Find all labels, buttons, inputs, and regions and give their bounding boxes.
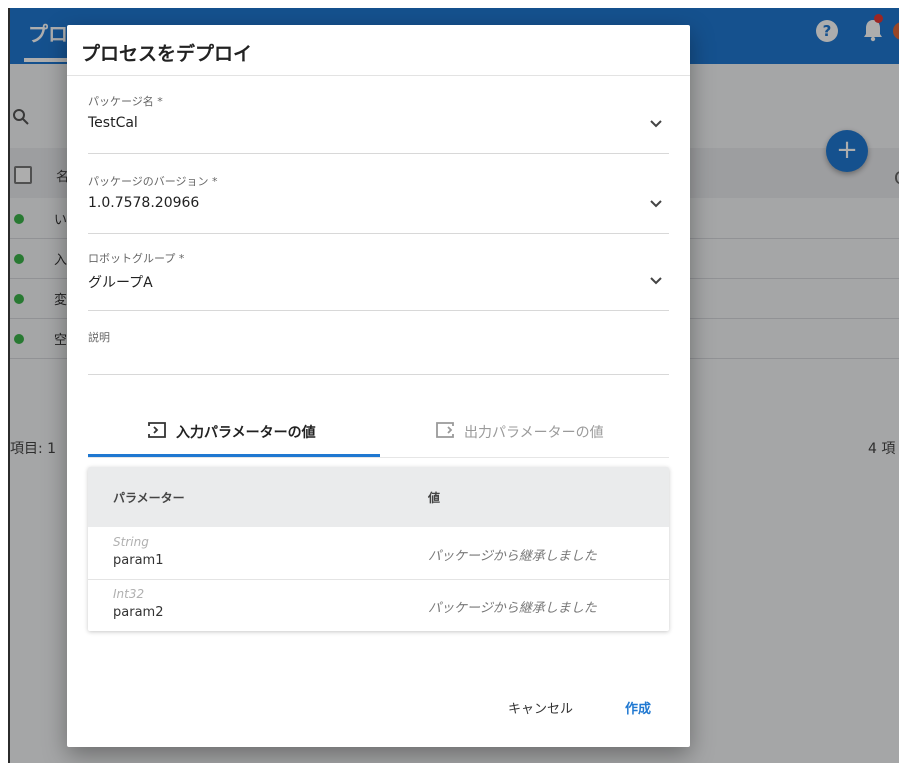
table-row[interactable]: Int32 param2 パッケージから継承しました <box>88 579 669 631</box>
deploy-process-dialog: プロセスをデプロイ パッケージ名 * TestCal パッケージのバージョン *… <box>67 25 690 747</box>
column-header-value: 値 <box>428 491 441 505</box>
description-field[interactable]: 説明 <box>88 325 669 375</box>
chevron-down-icon[interactable] <box>649 119 663 129</box>
param-value[interactable]: パッケージから継承しました <box>428 545 597 564</box>
column-header-parameter: パラメーター <box>113 491 185 505</box>
robot-group-select[interactable]: ロボットグループ * グループA <box>88 250 669 311</box>
field-label: ロボットグループ * <box>88 252 185 265</box>
chevron-down-icon[interactable] <box>649 276 663 286</box>
param-value[interactable]: パッケージから継承しました <box>428 597 597 616</box>
active-tab-indicator <box>88 454 380 457</box>
field-value: 1.0.7578.20966 <box>88 195 200 211</box>
table-row[interactable]: String param1 パッケージから継承しました <box>88 527 669 580</box>
create-button[interactable]: 作成 <box>625 692 651 722</box>
parameter-table: パラメーター 値 String param1 パッケージから継承しました Int… <box>88 467 669 631</box>
package-version-select[interactable]: パッケージのバージョン * 1.0.7578.20966 <box>88 173 669 234</box>
field-value: グループA <box>88 275 153 291</box>
field-label: パッケージのバージョン * <box>88 175 218 188</box>
param-type: Int32 <box>113 587 145 601</box>
field-label: パッケージ名 * <box>88 95 163 108</box>
param-name: param1 <box>113 553 164 568</box>
param-name: param2 <box>113 605 164 620</box>
param-type: String <box>113 535 149 549</box>
cancel-button[interactable]: キャンセル <box>508 692 573 722</box>
tab-label: 入力パラメーターの値 <box>176 425 316 441</box>
chevron-down-icon[interactable] <box>649 199 663 209</box>
parameter-tabs: 入力パラメーターの値 出力パラメーターの値 <box>88 407 669 458</box>
field-label: 説明 <box>88 331 110 344</box>
output-icon <box>436 422 454 438</box>
input-icon <box>148 422 166 438</box>
table-header: パラメーター 値 <box>88 467 669 527</box>
package-name-select[interactable]: パッケージ名 * TestCal <box>88 93 669 154</box>
divider <box>67 75 690 76</box>
dialog-title: プロセスをデプロイ <box>81 43 253 65</box>
field-value: TestCal <box>88 115 138 131</box>
tab-label: 出力パラメーターの値 <box>464 425 604 441</box>
